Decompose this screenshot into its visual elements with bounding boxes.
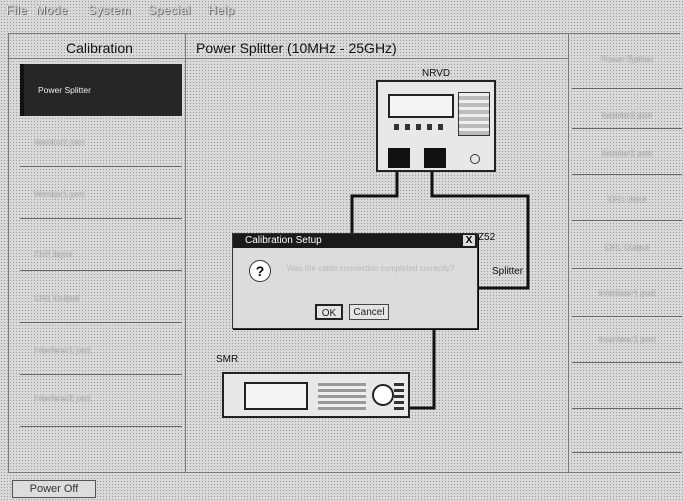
cable-nrvd-a [350, 168, 399, 238]
nrvd-port-b [424, 148, 446, 168]
smr-buttons [394, 380, 404, 410]
nrvd-knob [470, 154, 480, 164]
z52-label: Z52 [478, 232, 496, 243]
smr-keypad [318, 382, 366, 410]
splitter-label: Splitter [492, 266, 524, 277]
smr-instrument [222, 372, 410, 418]
nrvd-display [388, 94, 454, 118]
power-off-button[interactable]: Power Off [12, 480, 96, 498]
dialog-title: Calibration Setup [233, 234, 477, 248]
smr-knob [372, 384, 394, 406]
nrvd-label: NRVD [422, 68, 451, 79]
calibration-setup-dialog: Calibration Setup X ? Was the cable conn… [232, 233, 478, 329]
close-icon[interactable]: X [463, 235, 475, 246]
smr-label: SMR [216, 354, 239, 365]
cancel-button[interactable]: Cancel [349, 304, 389, 320]
ok-button[interactable]: OK [315, 304, 343, 320]
nrvd-keypad [458, 92, 490, 136]
question-icon: ? [249, 260, 271, 282]
cable-smr [410, 330, 436, 410]
nrvd-port-a [388, 148, 410, 168]
nrvd-instrument [376, 80, 496, 172]
smr-display [244, 382, 308, 410]
nrvd-buttons [394, 124, 448, 130]
dialog-message: Was the cable connection completed corre… [287, 264, 455, 273]
